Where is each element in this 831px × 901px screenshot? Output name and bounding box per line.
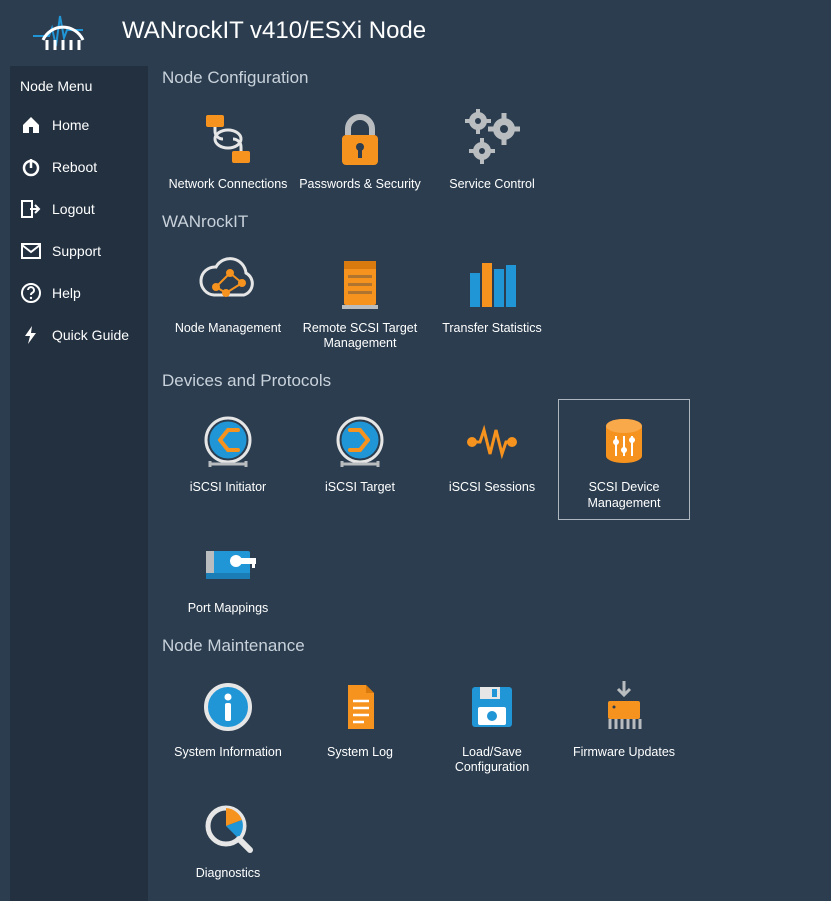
sidebar-item-logout[interactable]: Logout xyxy=(10,188,148,230)
tile-label: Node Management xyxy=(167,321,289,337)
sidebar-title: Node Menu xyxy=(10,74,148,104)
iscsi-initiator-icon xyxy=(167,406,289,478)
section-title: Node Configuration xyxy=(162,68,821,88)
tile-scsi-device-management[interactable]: SCSI Device Management xyxy=(558,399,690,520)
bar-chart-icon xyxy=(431,247,553,319)
bolt-icon xyxy=(20,324,42,346)
tile-label: Transfer Statistics xyxy=(431,321,553,337)
sessions-wave-icon xyxy=(431,406,553,478)
network-icon xyxy=(167,103,289,175)
page-title: WANrockIT v410/ESXi Node xyxy=(122,17,426,45)
floppy-icon xyxy=(431,671,553,743)
tile-label: System Log xyxy=(299,745,421,761)
main-content: Node Configuration Network Connections Pas… xyxy=(162,66,821,901)
tile-iscsi-target[interactable]: iSCSI Target xyxy=(294,399,426,520)
database-sliders-icon xyxy=(563,406,685,478)
sidebar-item-reboot[interactable]: Reboot xyxy=(10,146,148,188)
sidebar-item-help[interactable]: Help xyxy=(10,272,148,314)
sidebar-item-label: Logout xyxy=(52,201,95,217)
tile-label: iSCSI Sessions xyxy=(431,480,553,496)
tile-label: iSCSI Initiator xyxy=(167,480,289,496)
tile-system-information[interactable]: System Information xyxy=(162,664,294,785)
section-title: Devices and Protocols xyxy=(162,371,821,391)
tile-label: Remote SCSI Target Management xyxy=(299,321,421,352)
tile-iscsi-sessions[interactable]: iSCSI Sessions xyxy=(426,399,558,520)
server-rack-icon xyxy=(299,247,421,319)
tile-iscsi-initiator[interactable]: iSCSI Initiator xyxy=(162,399,294,520)
card-key-icon xyxy=(167,527,289,599)
logout-icon xyxy=(20,198,42,220)
cloud-nodes-icon xyxy=(167,247,289,319)
tile-label: iSCSI Target xyxy=(299,480,421,496)
padlock-icon xyxy=(299,103,421,175)
envelope-icon xyxy=(20,240,42,262)
tile-label: Firmware Updates xyxy=(563,745,685,761)
sidebar-item-label: Home xyxy=(52,117,89,133)
tile-system-log[interactable]: System Log xyxy=(294,664,426,785)
tile-label: Diagnostics xyxy=(167,866,289,882)
tile-load-save-configuration[interactable]: Load/Save Configuration xyxy=(426,664,558,785)
logo-icon xyxy=(31,10,95,52)
tile-service-control[interactable]: Service Control xyxy=(426,96,558,202)
section-title: Node Maintenance xyxy=(162,636,821,656)
tile-network-connections[interactable]: Network Connections xyxy=(162,96,294,202)
document-icon xyxy=(299,671,421,743)
chip-download-icon xyxy=(563,671,685,743)
sidebar-item-label: Quick Guide xyxy=(52,327,129,343)
sidebar-item-quick-guide[interactable]: Quick Guide xyxy=(10,314,148,356)
tile-label: Network Connections xyxy=(167,177,289,193)
sidebar-item-label: Support xyxy=(52,243,101,259)
tile-firmware-updates[interactable]: Firmware Updates xyxy=(558,664,690,785)
magnifier-chart-icon xyxy=(167,792,289,864)
tile-remote-scsi-target-management[interactable]: Remote SCSI Target Management xyxy=(294,240,426,361)
tile-label: Service Control xyxy=(431,177,553,193)
tile-passwords-security[interactable]: Passwords & Security xyxy=(294,96,426,202)
question-icon xyxy=(20,282,42,304)
tile-label: System Information xyxy=(167,745,289,761)
tile-label: Load/Save Configuration xyxy=(431,745,553,776)
home-icon xyxy=(20,114,42,136)
sidebar-item-label: Help xyxy=(52,285,81,301)
iscsi-target-icon xyxy=(299,406,421,478)
power-icon xyxy=(20,156,42,178)
info-circle-icon xyxy=(167,671,289,743)
tile-label: Port Mappings xyxy=(167,601,289,617)
section-title: WANrockIT xyxy=(162,212,821,232)
sidebar: Node Menu Home Reboot Logout Support Help Qui… xyxy=(10,66,148,901)
tile-label: Passwords & Security xyxy=(299,177,421,193)
sidebar-item-support[interactable]: Support xyxy=(10,230,148,272)
gears-icon xyxy=(431,103,553,175)
tile-transfer-statistics[interactable]: Transfer Statistics xyxy=(426,240,558,361)
tile-label: SCSI Device Management xyxy=(563,480,685,511)
header: WANrockIT v410/ESXi Node xyxy=(0,0,831,66)
tile-diagnostics[interactable]: Diagnostics xyxy=(162,785,294,891)
sidebar-item-label: Reboot xyxy=(52,159,97,175)
tile-node-management[interactable]: Node Management xyxy=(162,240,294,361)
tile-port-mappings[interactable]: Port Mappings xyxy=(162,520,294,626)
sidebar-item-home[interactable]: Home xyxy=(10,104,148,146)
logo xyxy=(8,10,118,52)
